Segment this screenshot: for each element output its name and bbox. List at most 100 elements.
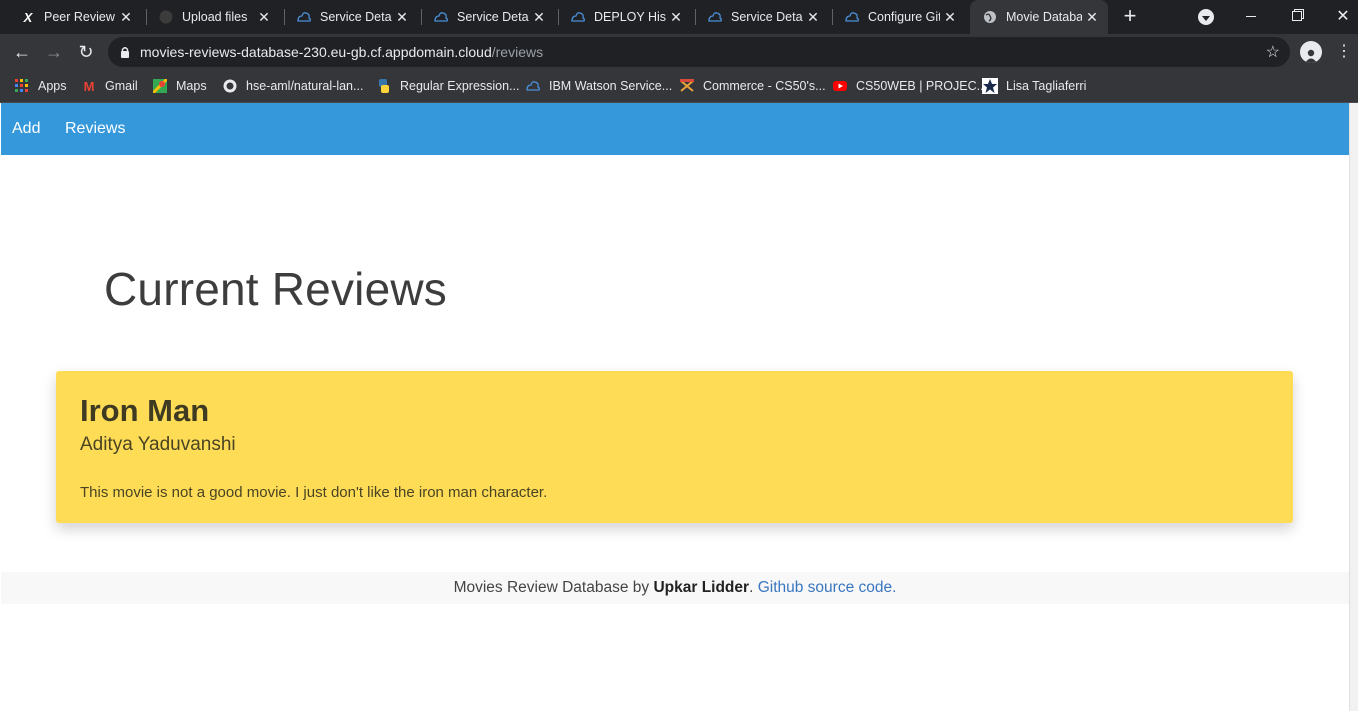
- footer-dot: .: [749, 579, 758, 596]
- chevron-down-icon: [1202, 15, 1210, 21]
- gmail-icon: M: [83, 78, 95, 94]
- bookmark-star-icon[interactable]: ☆: [1266, 42, 1280, 62]
- close-icon[interactable]: ✕: [666, 9, 686, 26]
- arrow-left-icon: ←: [13, 41, 31, 62]
- tab-configure-git[interactable]: Configure Git ✕: [836, 0, 966, 34]
- close-icon[interactable]: ✕: [116, 9, 136, 26]
- menu-button[interactable]: ⋮: [1336, 42, 1352, 62]
- bookmark-regular-expression[interactable]: Regular Expression...: [376, 76, 520, 96]
- lock-icon: [120, 46, 130, 58]
- restore-button[interactable]: [1274, 0, 1320, 32]
- minimize-button[interactable]: [1228, 0, 1274, 32]
- ibm-cloud-icon: [433, 9, 449, 25]
- page-title: Current Reviews: [104, 263, 447, 315]
- close-window-button[interactable]: ✕: [1320, 0, 1358, 32]
- bookmark-hse-aml[interactable]: hse-aml/natural-lan...: [222, 76, 363, 96]
- profile-avatar[interactable]: [1300, 41, 1322, 63]
- tab-separator: [695, 9, 696, 25]
- forward-button[interactable]: →: [40, 34, 68, 70]
- bookmark-maps[interactable]: Maps: [152, 76, 207, 96]
- close-icon[interactable]: ✕: [940, 9, 960, 26]
- close-icon[interactable]: ✕: [803, 9, 823, 26]
- bookmark-lisa-tagliaferri[interactable]: Lisa Tagliaferri: [982, 76, 1086, 96]
- bookmark-label: IBM Watson Service...: [549, 79, 673, 93]
- ibm-cloud-icon: [844, 9, 860, 25]
- bookmark-cs50web[interactable]: CS50WEB | PROJEC...: [832, 76, 987, 96]
- bookmark-label: Apps: [38, 79, 67, 93]
- tab-title: Peer Review |: [44, 10, 116, 24]
- nav-add-link[interactable]: Add: [12, 120, 40, 138]
- python-icon: [376, 78, 392, 94]
- bookmarks-bar: Apps M Gmail Maps hse-aml/natural-lan...…: [0, 70, 1358, 103]
- maps-icon: [152, 78, 168, 94]
- restore-icon: [1292, 11, 1302, 21]
- apps-grid-icon: [14, 78, 30, 94]
- tab-title: Service Detail: [457, 10, 529, 24]
- close-icon[interactable]: ✕: [1082, 9, 1102, 26]
- bookmark-label: Maps: [176, 79, 207, 93]
- tab-search-button[interactable]: [1198, 9, 1214, 25]
- tab-strip: X Peer Review | ✕ Upload files ✕ Service…: [0, 0, 1358, 34]
- tab-title: Movie Databa: [1006, 10, 1082, 24]
- tab-separator: [146, 9, 147, 25]
- ibm-cloud-icon: [525, 78, 541, 94]
- minimize-icon: [1246, 15, 1256, 17]
- bookmark-apps[interactable]: Apps: [14, 76, 67, 96]
- arrow-right-icon: →: [45, 41, 63, 62]
- tab-title: DEPLOY Histo: [594, 10, 666, 24]
- bookmark-ibm-watson[interactable]: IBM Watson Service...: [525, 76, 672, 96]
- star-logo-icon: [982, 78, 998, 94]
- person-icon: [1305, 49, 1317, 63]
- ibm-cloud-icon: [296, 9, 312, 25]
- nav-reviews-link[interactable]: Reviews: [65, 120, 125, 138]
- tab-title: Upload files: [182, 10, 248, 24]
- browser-toolbar: ← → ↻ movies-reviews-database-230.eu-gb.…: [0, 34, 1358, 70]
- bookmark-label: hse-aml/natural-lan...: [246, 79, 364, 93]
- footer-prefix: Movies Review Database by: [453, 579, 654, 596]
- tab-separator: [421, 9, 422, 25]
- youtube-icon: [832, 78, 848, 94]
- ibm-cloud-icon: [707, 9, 723, 25]
- reload-button[interactable]: ↻: [72, 34, 100, 70]
- bookmark-label: Regular Expression...: [400, 79, 520, 93]
- bookmark-label: Gmail: [105, 79, 138, 93]
- tab-separator: [832, 9, 833, 25]
- tab-peer-review[interactable]: X Peer Review | ✕: [12, 0, 142, 34]
- bookmark-commerce[interactable]: Commerce - CS50's...: [679, 76, 826, 96]
- review-author: Aditya Yaduvanshi: [80, 434, 236, 455]
- tab-separator: [284, 9, 285, 25]
- tab-service-details-2[interactable]: Service Detail ✕: [425, 0, 555, 34]
- new-tab-button[interactable]: +: [1118, 3, 1142, 28]
- bookmark-gmail[interactable]: M Gmail: [81, 76, 138, 96]
- review-movie-title: Iron Man: [80, 393, 210, 428]
- tab-upload-files[interactable]: Upload files ✕: [150, 0, 280, 34]
- more-vertical-icon: ⋮: [1336, 43, 1352, 60]
- reload-icon: ↻: [78, 41, 94, 62]
- close-icon[interactable]: ✕: [254, 9, 274, 26]
- close-icon: ✕: [1336, 8, 1350, 25]
- page-scrollbar[interactable]: [1349, 103, 1358, 711]
- tab-title: Service Detail: [320, 10, 392, 24]
- tab-deploy-history[interactable]: DEPLOY Histo ✕: [562, 0, 692, 34]
- review-card: Iron Man Aditya Yaduvanshi This movie is…: [56, 371, 1293, 523]
- site-navbar: Add Reviews: [1, 103, 1349, 155]
- tab-movie-database[interactable]: Movie Databa ✕: [970, 0, 1108, 34]
- tab-title: Configure Git: [868, 10, 940, 24]
- close-icon[interactable]: ✕: [529, 9, 549, 26]
- globe-icon: [982, 9, 998, 25]
- footer-author: Upkar Lidder: [653, 579, 750, 596]
- bookmark-label: CS50WEB | PROJEC...: [856, 79, 988, 93]
- back-button[interactable]: ←: [8, 34, 36, 70]
- cs50-icon: [679, 78, 695, 94]
- tab-title: Service Detail: [731, 10, 803, 24]
- tab-service-details-1[interactable]: Service Detail ✕: [288, 0, 418, 34]
- url-host: movies-reviews-database-230.eu-gb.cf.app…: [140, 44, 492, 60]
- close-icon[interactable]: ✕: [392, 9, 412, 26]
- address-bar[interactable]: movies-reviews-database-230.eu-gb.cf.app…: [108, 37, 1290, 67]
- review-text: This movie is not a good movie. I just d…: [80, 484, 548, 501]
- github-source-link[interactable]: Github source code.: [758, 579, 897, 597]
- bookmark-label: Lisa Tagliaferri: [1006, 79, 1087, 93]
- site-footer: Movies Review Database by Upkar Lidder. …: [1, 572, 1349, 604]
- bookmark-label: Commerce - CS50's...: [703, 79, 826, 93]
- tab-service-details-3[interactable]: Service Detail ✕: [699, 0, 829, 34]
